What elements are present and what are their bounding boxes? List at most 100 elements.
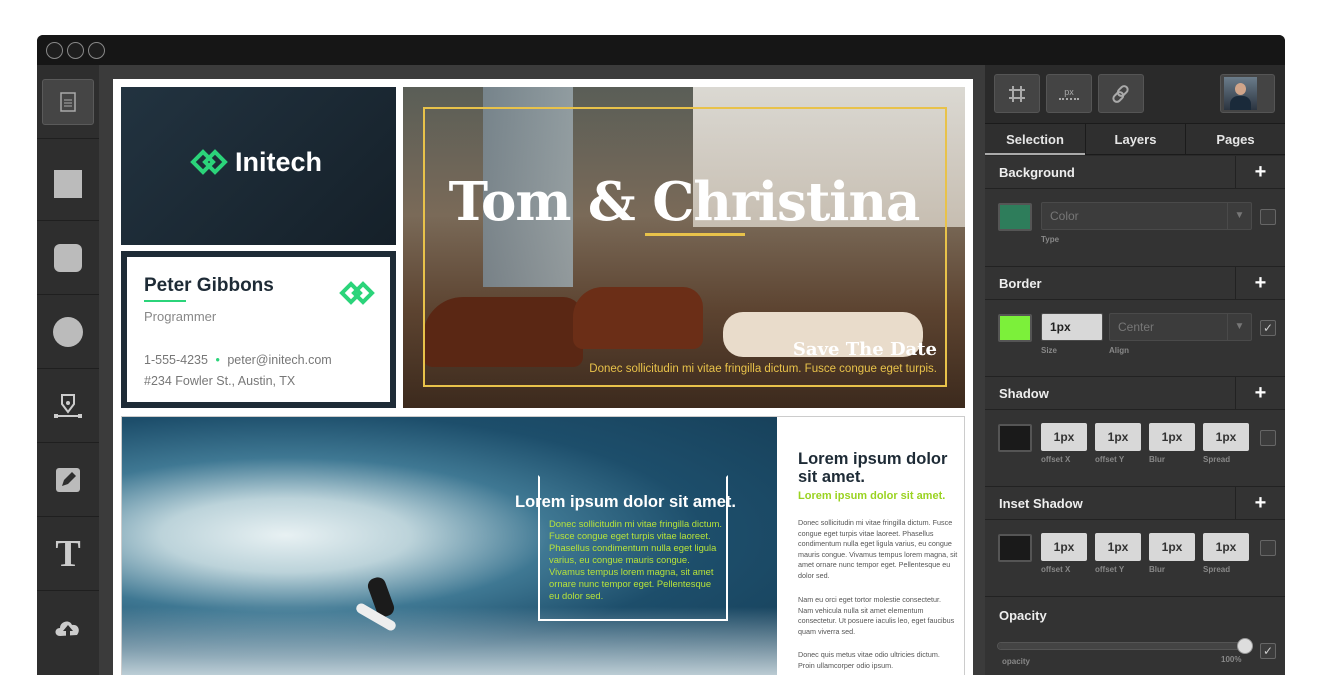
avatar-photo xyxy=(1224,77,1257,110)
wedding-card[interactable]: Tom & Christina Save The Date Donec soll… xyxy=(403,87,965,408)
document-icon xyxy=(42,78,94,125)
tool-text[interactable]: T xyxy=(37,517,99,591)
inset-offset-y-input[interactable]: 1px xyxy=(1095,533,1141,561)
inset-shadow-title: Inset Shadow xyxy=(999,496,1083,511)
tab-selection[interactable]: Selection xyxy=(985,124,1085,155)
initech-card[interactable]: Initech xyxy=(121,87,396,245)
user-avatar[interactable] xyxy=(1220,74,1275,113)
close-button[interactable] xyxy=(46,42,63,59)
chevron-down-icon: ▼ xyxy=(1227,314,1251,340)
tab-pages[interactable]: Pages xyxy=(1185,124,1285,155)
shadow-color-swatch[interactable] xyxy=(998,424,1032,452)
background-type-caption: Type xyxy=(1041,235,1060,244)
inset-offset-x-input[interactable]: 1px xyxy=(1041,533,1087,561)
opacity-slider-fill xyxy=(998,643,1245,649)
background-enabled-checkbox[interactable] xyxy=(1260,209,1276,225)
opacity-title: Opacity xyxy=(999,608,1047,623)
wedding-title: Tom & Christina xyxy=(448,171,921,233)
inset-shadow-color-swatch[interactable] xyxy=(998,534,1032,562)
inset-offset-x-caption: offset X xyxy=(1041,565,1071,574)
card-phone: 1-555-4235 xyxy=(144,353,208,367)
app-window: T Initech Peter Gibbons Programmer 1-555… xyxy=(37,35,1285,675)
add-shadow-button[interactable]: + xyxy=(1235,377,1285,410)
initech-logo: Initech xyxy=(189,145,322,179)
initech-logo-icon xyxy=(190,149,228,175)
border-align-select[interactable]: Center ▼ xyxy=(1109,313,1252,341)
initech-logo-text: Initech xyxy=(235,146,323,177)
canvas-area[interactable]: Initech Peter Gibbons Programmer 1-555-4… xyxy=(99,65,985,675)
shadow-offset-y-input[interactable]: 1px xyxy=(1095,423,1141,451)
side-subtitle: Lorem ipsum dolor sit amet. xyxy=(798,490,946,502)
inset-offset-y-caption: offset Y xyxy=(1095,565,1125,574)
opacity-slider-thumb[interactable] xyxy=(1237,638,1253,654)
pen-tool-icon xyxy=(54,393,82,418)
card-address: #234 Fowler St., Austin, TX xyxy=(144,374,296,388)
inset-spread-input[interactable]: 1px xyxy=(1203,533,1249,561)
rectangle-icon xyxy=(54,169,82,198)
panel-tabs: Selection Layers Pages xyxy=(985,123,1285,155)
add-inset-shadow-button[interactable]: + xyxy=(1235,487,1285,520)
tool-document[interactable] xyxy=(37,65,99,139)
tool-rectangle[interactable] xyxy=(37,147,99,221)
shadow-enabled-checkbox[interactable] xyxy=(1260,430,1276,446)
side-paragraph-1: Donec sollicitudin mi vitae fringilla di… xyxy=(798,518,958,580)
shadow-offset-x-input[interactable]: 1px xyxy=(1041,423,1087,451)
side-paragraph-2: Nam eu orci eget tortor molestie consect… xyxy=(798,595,955,636)
background-color-swatch[interactable] xyxy=(998,203,1032,231)
ruler-ticks xyxy=(1059,97,1079,100)
border-color-swatch[interactable] xyxy=(998,314,1032,342)
business-card[interactable]: Peter Gibbons Programmer 1-555-4235 • pe… xyxy=(121,251,396,408)
left-toolbar: T xyxy=(37,65,99,675)
shadow-blur-input[interactable]: 1px xyxy=(1149,423,1195,451)
tool-upload[interactable] xyxy=(37,591,99,665)
opacity-enabled-checkbox[interactable]: ✓ xyxy=(1260,643,1276,659)
card-title: Programmer xyxy=(144,309,217,324)
border-enabled-checkbox[interactable]: ✓ xyxy=(1260,320,1276,336)
card-contact-line: 1-555-4235 • peter@initech.com xyxy=(144,353,332,367)
tool-rounded-rectangle[interactable] xyxy=(37,221,99,295)
zoom-button[interactable] xyxy=(88,42,105,59)
overlay-body: Donec sollicitudin mi vitae fringilla di… xyxy=(549,518,722,601)
card-bullet: • xyxy=(215,353,220,367)
inset-spread-caption: Spread xyxy=(1203,565,1231,574)
add-background-button[interactable]: + xyxy=(1235,156,1285,189)
border-size-input[interactable]: 1px xyxy=(1041,313,1103,341)
chevron-down-icon: ▼ xyxy=(1227,203,1251,229)
link-button[interactable] xyxy=(1098,74,1144,113)
inspector-panel: px Selection Layers Pages Background + C… xyxy=(985,65,1285,675)
design-page[interactable]: Initech Peter Gibbons Programmer 1-555-4… xyxy=(113,79,973,675)
inset-blur-input[interactable]: 1px xyxy=(1149,533,1195,561)
background-type-select[interactable]: Color ▼ xyxy=(1041,202,1252,230)
opacity-section: Opacity opacity 100% ✓ xyxy=(985,596,1285,675)
inset-shadow-header: Inset Shadow + xyxy=(985,487,1285,520)
tab-layers[interactable]: Layers xyxy=(1085,124,1185,155)
card-logo-icon xyxy=(339,281,375,305)
circle-icon xyxy=(53,316,83,347)
tool-pen[interactable] xyxy=(37,369,99,443)
background-header: Background + xyxy=(985,156,1285,189)
shadow-header: Shadow + xyxy=(985,377,1285,410)
opacity-caption: opacity xyxy=(1002,657,1031,666)
shadow-section: Shadow + 1px 1px 1px 1px offset X offset… xyxy=(985,376,1285,486)
card-name: Peter Gibbons xyxy=(144,275,274,296)
shadow-blur-caption: Blur xyxy=(1149,455,1165,464)
opacity-slider[interactable] xyxy=(997,638,1253,654)
grid-icon xyxy=(1009,85,1025,102)
units-button[interactable]: px xyxy=(1046,74,1092,113)
border-align-value: Center xyxy=(1118,320,1155,334)
inset-shadow-enabled-checkbox[interactable] xyxy=(1260,540,1276,556)
shadow-spread-input[interactable]: 1px xyxy=(1203,423,1249,451)
grid-button[interactable] xyxy=(994,74,1040,113)
tool-pencil[interactable] xyxy=(37,443,99,517)
side-paragraph-3: Donec quis metus vitae odio ultricies di… xyxy=(798,650,940,670)
surf-card[interactable]: Lorem ipsum dolor sit amet. Donec sollic… xyxy=(121,416,965,675)
minimize-button[interactable] xyxy=(67,42,84,59)
side-title: Lorem ipsum dolor sit amet. xyxy=(798,450,948,486)
upload-icon xyxy=(55,621,79,637)
shadow-spread-caption: Spread xyxy=(1203,455,1231,464)
title-underline xyxy=(645,233,745,236)
tool-circle[interactable] xyxy=(37,295,99,369)
add-border-button[interactable]: + xyxy=(1235,267,1285,300)
border-title: Border xyxy=(999,276,1042,291)
inset-blur-caption: Blur xyxy=(1149,565,1165,574)
